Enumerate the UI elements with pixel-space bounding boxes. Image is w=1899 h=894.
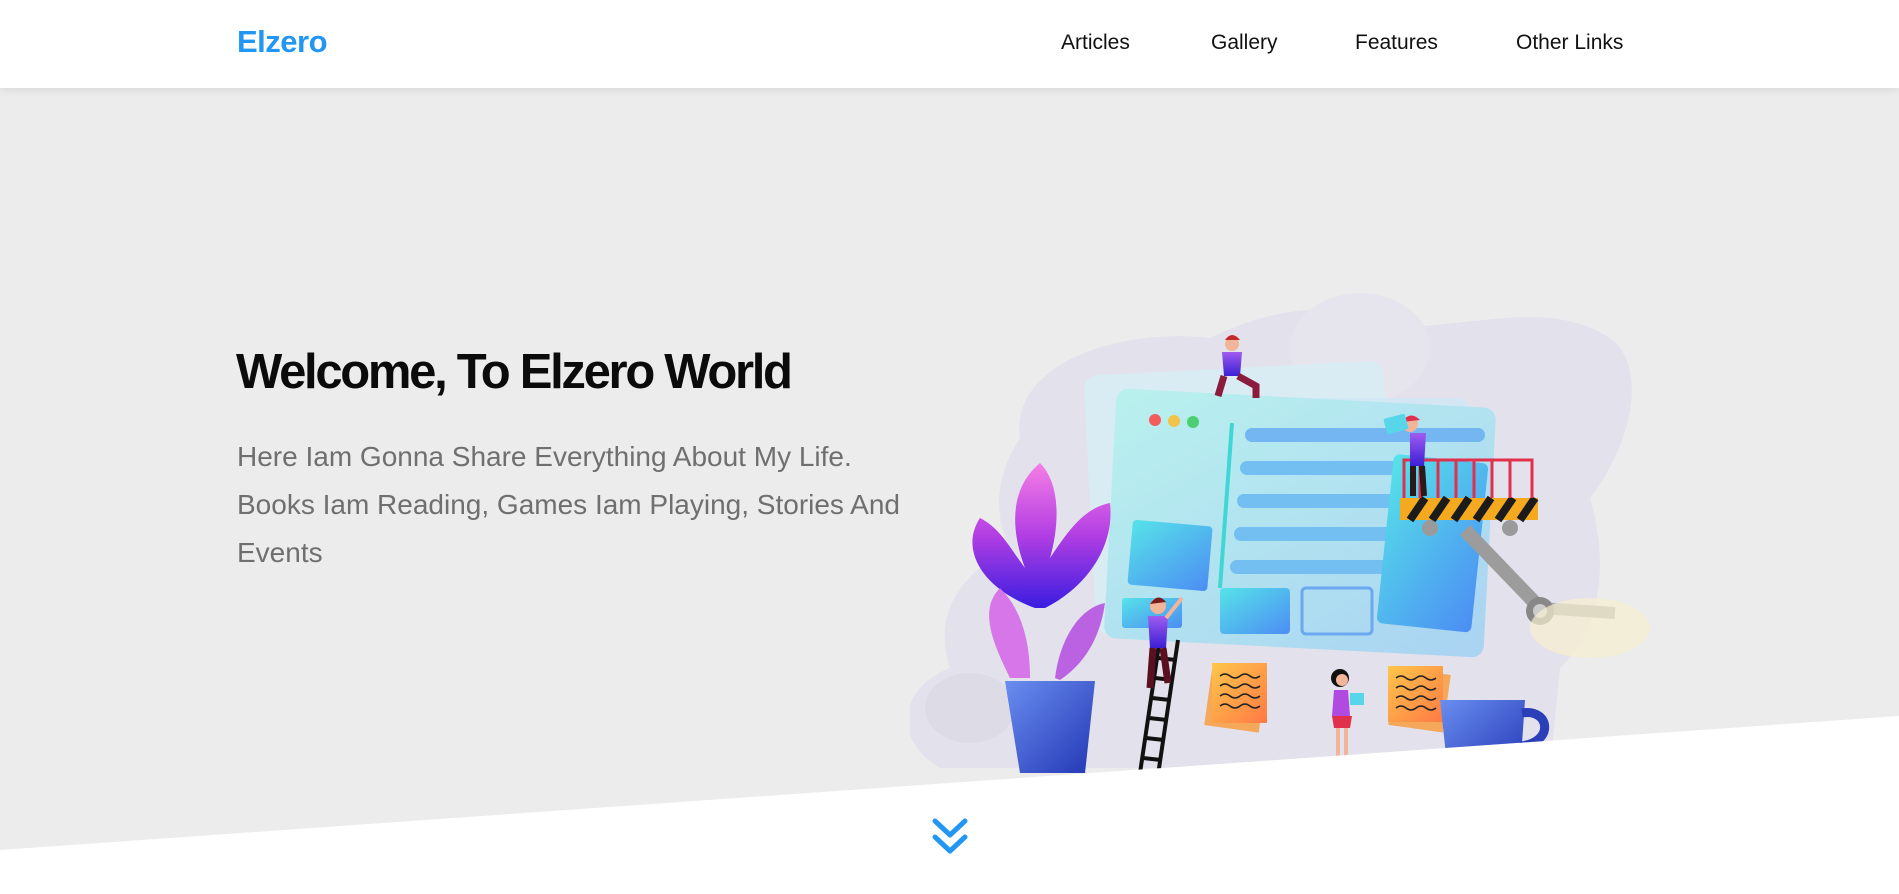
nav-link-gallery[interactable]: Gallery [1211,31,1278,55]
nav-link-articles[interactable]: Articles [1061,31,1130,55]
nav-link-features[interactable]: Features [1355,31,1438,55]
hero-description: Here Iam Gonna Share Everything About My… [237,441,900,568]
nav-link-other-links[interactable]: Other Links [1516,31,1623,55]
hero-section: Welcome, To Elzero World Here Iam Gonna … [0,88,1899,850]
landing-illustration [910,293,1650,776]
hero-title: Welcome, To Elzero World [236,345,793,399]
double-chevron-down-icon[interactable] [930,815,970,859]
main-nav: Articles Gallery Features Other Links [0,31,1899,61]
site-header: Elzero Articles Gallery Features Other L… [0,0,1899,88]
